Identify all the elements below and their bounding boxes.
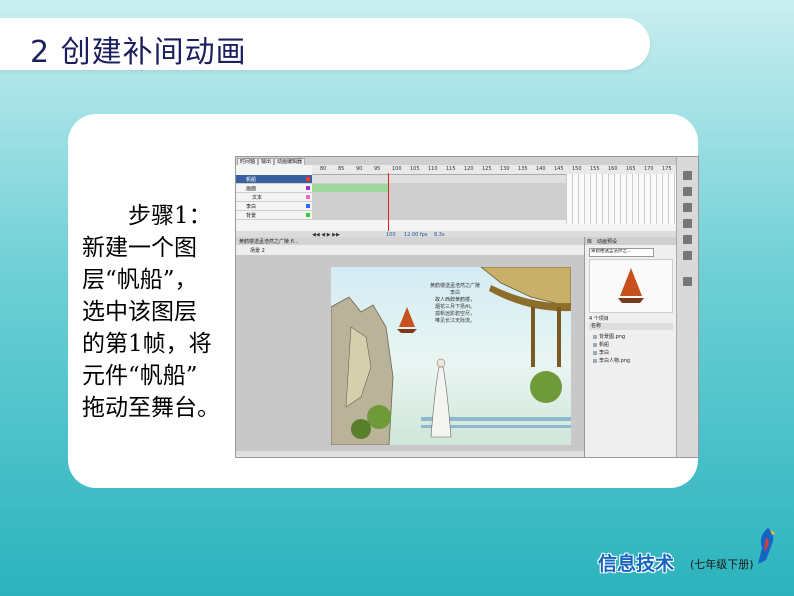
playhead[interactable]: [388, 173, 389, 233]
slide-title: 2 创建补间动画: [30, 35, 247, 70]
tools-panel: [676, 157, 698, 457]
library-item[interactable]: 帆船: [593, 341, 609, 348]
layer-frames[interactable]: [312, 211, 566, 219]
ruler-mark: 120: [464, 166, 474, 172]
scene-label[interactable]: 场景 2: [250, 247, 265, 254]
ruler-mark: 150: [572, 166, 582, 172]
ruler-mark: 85: [338, 166, 345, 172]
empty-frame-grid: [566, 174, 676, 224]
step-line: 层“帆船”，: [82, 267, 198, 293]
textbook-logo: 信息技术 (七年级下册): [598, 528, 778, 582]
layer-frames[interactable]: [312, 202, 566, 210]
layer-name: 帆船: [246, 177, 257, 183]
tool-icon[interactable]: [683, 235, 692, 244]
tool-icon[interactable]: [683, 219, 692, 228]
poem-text: 黄鹤楼送孟浩然之广陵 李白 故人西辞黄鹤楼， 烟花三月下扬州。 孤帆远影碧空尽，…: [425, 283, 485, 325]
library-preview: [589, 259, 673, 313]
ruler-mark: 90: [356, 166, 363, 172]
slide-title-bar: 2 创建补间动画: [0, 18, 650, 70]
layer-name: 背景: [246, 213, 257, 219]
stage[interactable]: 黄鹤楼送孟浩然之广陵 李白 故人西辞黄鹤楼， 烟花三月下扬州。 孤帆远影碧空尽，…: [331, 267, 571, 445]
library-item[interactable]: 李白: [593, 349, 609, 356]
ruler-mark: 115: [446, 166, 456, 172]
ruler-mark: 105: [410, 166, 420, 172]
layer-color-icon: [306, 177, 310, 181]
poem-line: 孤帆远影碧空尽，: [434, 311, 475, 317]
ruler-mark: 80: [320, 166, 327, 172]
layer-color-icon: [306, 186, 310, 190]
layer-name: 文本: [252, 195, 263, 201]
step-line: 新建一个图: [82, 235, 197, 261]
library-item-count: 4 个项目: [589, 316, 609, 322]
ruler-mark: 135: [518, 166, 528, 172]
ruler-mark: 100: [392, 166, 402, 172]
layer-color-icon: [306, 195, 310, 199]
tab-library[interactable]: 库: [587, 238, 592, 245]
poem-line: 唯见长江天际流。: [434, 318, 475, 324]
ruler-mark: 175: [662, 166, 672, 172]
tool-icon[interactable]: [683, 277, 692, 286]
flash-screenshot: 时间轴 输出 动画编辑器 80 85 90 95 100 105 110 115…: [235, 156, 699, 458]
document-tab[interactable]: 黄鹤楼送孟浩然之广陵.fl...: [239, 238, 299, 245]
ruler-mark: 95: [374, 166, 381, 172]
poem-line: 烟花三月下扬州。: [434, 304, 475, 310]
tool-icon[interactable]: [683, 251, 692, 260]
step-line: 的第1帧，将: [82, 331, 212, 357]
step-line: 步骤1：: [128, 203, 212, 229]
layer-frames[interactable]: [312, 184, 566, 192]
layer-frames[interactable]: [312, 193, 566, 201]
stage-scrollbar[interactable]: [236, 451, 584, 457]
tool-icon[interactable]: [683, 171, 692, 180]
ruler-mark: 160: [608, 166, 618, 172]
layer-frames[interactable]: [312, 175, 566, 183]
parrot-icon: [758, 528, 775, 564]
layer-name: 画面: [246, 186, 257, 192]
step-line: 元件“帆船”: [82, 363, 198, 389]
panel-tabbar: 库 动画预设: [585, 237, 677, 245]
ruler-mark: 125: [482, 166, 492, 172]
ruler-mark: 130: [500, 166, 510, 172]
library-item[interactable]: 李白人物.png: [593, 357, 630, 364]
tool-icon[interactable]: [683, 187, 692, 196]
layer-color-icon: [306, 213, 310, 217]
step-line: 选中该图层: [82, 299, 197, 325]
library-column-header[interactable]: 名称: [589, 323, 673, 330]
tab-motion-presets[interactable]: 动画预设: [597, 238, 617, 245]
poem-line: 李白: [449, 290, 460, 296]
tool-icon[interactable]: [683, 203, 692, 212]
ruler-mark: 170: [644, 166, 654, 172]
ruler-mark: 165: [626, 166, 636, 172]
logo-title: 信息技术: [598, 553, 675, 575]
ruler-mark: 145: [554, 166, 564, 172]
poem-line: 故人西辞黄鹤楼，: [434, 297, 475, 303]
step-instructions: 步骤1： 新建一个图 层“帆船”， 选中该图层 的第1帧，将 元件“帆船” 拖动…: [82, 200, 232, 424]
step-line: 拖动至舞台。: [82, 395, 220, 421]
timeline-tabbar: 时间轴 输出 动画编辑器: [236, 157, 676, 167]
timeline-panel: 80 85 90 95 100 105 110 115 120 125 130 …: [236, 165, 676, 240]
layer-color-icon: [306, 204, 310, 208]
ruler-mark: 110: [428, 166, 438, 172]
ruler-mark: 140: [536, 166, 546, 172]
logo-subtitle: (七年级下册): [690, 558, 754, 571]
poem-line: 黄鹤楼送孟浩然之广陵: [429, 283, 480, 289]
library-document-select[interactable]: 黄鹤楼送孟浩然之...: [589, 248, 654, 257]
library-item[interactable]: 背景图.png: [593, 333, 625, 340]
library-panel: 库 动画预设 黄鹤楼送孟浩然之... 4 个项目 名称 背景图.png 帆船 李…: [584, 237, 677, 457]
layer-name: 李白: [246, 204, 257, 210]
sailboat-icon: [618, 268, 644, 303]
ruler-mark: 155: [590, 166, 600, 172]
